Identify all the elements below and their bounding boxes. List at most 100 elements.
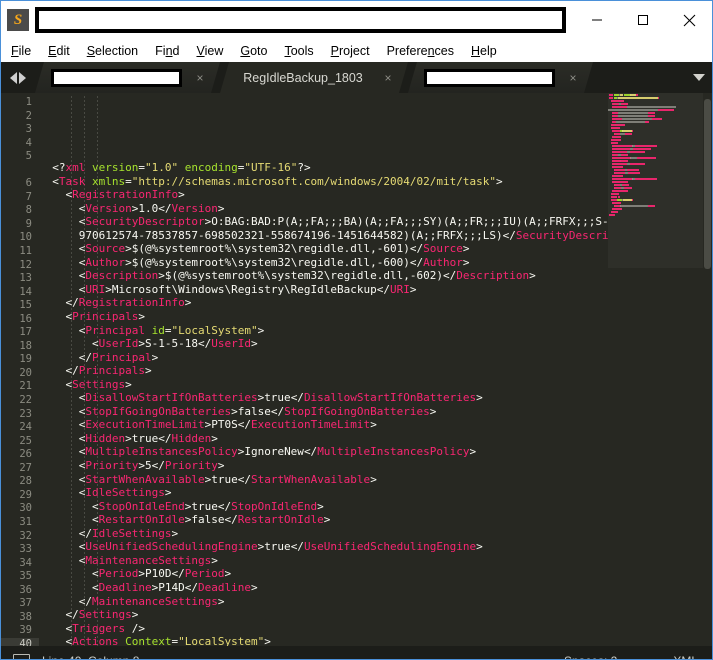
minimap[interactable] xyxy=(608,93,703,646)
token-str: "1.0" xyxy=(144,161,179,174)
window-title-redacted xyxy=(35,7,566,33)
token-pi: > xyxy=(250,337,258,351)
token-tag: Deadline xyxy=(197,580,251,594)
line-number: 1 xyxy=(25,96,32,108)
token-pi: > xyxy=(184,296,192,310)
token-pi: > xyxy=(317,499,324,513)
maximize-button[interactable] xyxy=(620,1,666,39)
line-number: 10 xyxy=(19,231,32,244)
tab-list: × RegIdleBackup_1803 × × xyxy=(35,62,686,93)
chevron-left-icon[interactable] xyxy=(10,71,17,84)
token-tag: Description xyxy=(85,269,159,283)
token-pi: > xyxy=(125,431,132,445)
indent-setting[interactable]: Spaces: 2 xyxy=(564,654,617,660)
tab-close-icon[interactable]: × xyxy=(192,70,208,86)
menu-edit[interactable]: Edit xyxy=(48,44,70,58)
tab-overflow-button[interactable] xyxy=(686,62,712,93)
token-tag: URI xyxy=(390,282,410,296)
token-txt: IgnoreNew xyxy=(244,445,304,459)
token-attr: encoding xyxy=(184,161,238,174)
tab-1[interactable]: RegIdleBackup_1803 × xyxy=(220,62,408,93)
token-tag: IdleSettings xyxy=(85,486,165,500)
token-pi: > xyxy=(211,431,218,445)
menu-find[interactable]: Find xyxy=(155,44,179,58)
token-tag: Actions xyxy=(72,635,119,646)
token-tag: Hidden xyxy=(171,431,212,445)
token-txt: 5 xyxy=(144,459,152,473)
token-pi: </ xyxy=(224,513,238,527)
line-number: 30 xyxy=(19,502,32,515)
token-pi: > xyxy=(370,472,377,486)
token-tag: MaintenanceSettings xyxy=(85,553,212,567)
editor-area: 1 2 3 4 5 6 7 8 9 10 11 12 13 14 15 16 17 18 19 20 21 22 23 24 2… xyxy=(1,93,712,646)
menu-tools[interactable]: Tools xyxy=(284,44,313,58)
close-button[interactable] xyxy=(666,1,712,39)
tab-0[interactable]: × xyxy=(35,62,220,93)
token-pi: </ xyxy=(270,404,285,418)
token-tag: Version xyxy=(171,201,218,215)
token-tag: StopIfGoingOnBatteries xyxy=(85,404,232,418)
vertical-scrollbar[interactable] xyxy=(704,99,711,269)
token-pi: </ xyxy=(376,282,391,296)
line-number: 36 xyxy=(19,583,32,596)
line-number: 11 xyxy=(19,245,32,258)
token-pi: > xyxy=(529,269,536,283)
token-tag: StopOnIdleEnd xyxy=(231,499,318,513)
token-txt: P10D xyxy=(144,567,172,581)
token-pi: > xyxy=(158,269,165,283)
line-number: 25 xyxy=(19,434,32,447)
line-number: 22 xyxy=(19,394,32,407)
menu-preferences[interactable]: Preferences xyxy=(387,44,454,58)
token-tag: Author xyxy=(423,255,463,269)
menu-view[interactable]: View xyxy=(196,44,223,58)
token-pi: < xyxy=(91,513,99,527)
tab-close-icon[interactable]: × xyxy=(380,70,396,86)
menu-goto[interactable]: Goto xyxy=(240,44,267,58)
token-pi: > xyxy=(125,377,132,391)
line-number: 39 xyxy=(19,624,32,637)
chevron-right-icon[interactable] xyxy=(19,71,26,84)
tab-2[interactable]: × xyxy=(408,62,593,93)
token-attr: Context xyxy=(125,635,172,646)
console-panel-icon[interactable] xyxy=(13,654,30,659)
token-pi: > xyxy=(462,255,470,269)
token-tag: StopOnIdleEnd xyxy=(98,499,185,513)
token-tag: URI xyxy=(85,282,106,296)
line-number: 7 xyxy=(25,190,32,203)
token-tag: Source xyxy=(423,242,463,256)
tab-close-icon[interactable]: × xyxy=(565,70,581,86)
token-pi: > xyxy=(429,404,437,418)
minimap-row xyxy=(608,213,703,216)
token-pi: </ xyxy=(78,350,92,364)
token-tag: ExecutionTimeLimit xyxy=(85,418,205,432)
token-tag: UserId xyxy=(211,337,251,351)
maximize-icon xyxy=(638,15,648,25)
token-tag: StartWhenAvailable xyxy=(250,472,371,486)
syntax-mode[interactable]: XML xyxy=(673,654,698,660)
minimize-button[interactable] xyxy=(574,1,620,39)
token-pi: > xyxy=(164,486,172,500)
menu-project[interactable]: Project xyxy=(331,44,370,58)
token-pi: < xyxy=(91,580,99,594)
menu-help[interactable]: Help xyxy=(471,44,497,58)
token-tag: SecurityDescriptor xyxy=(85,215,205,229)
token-pi: > xyxy=(217,201,225,215)
token-str: "LocalSystem" xyxy=(171,323,258,337)
token-pi: > xyxy=(370,418,377,432)
menu-file[interactable]: File xyxy=(11,44,31,58)
menu-selection[interactable]: Selection xyxy=(87,44,138,58)
